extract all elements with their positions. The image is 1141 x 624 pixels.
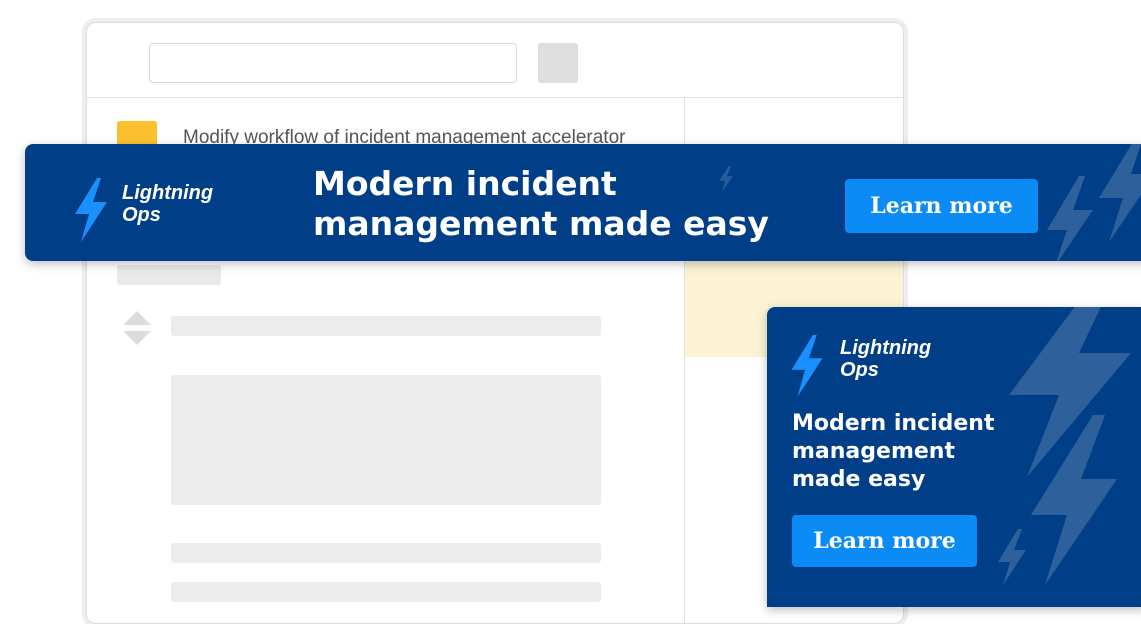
brand-name-line2: Ops (840, 359, 879, 381)
ad-headline: Modern incident management made easy (313, 164, 783, 244)
headline-line2: management made easy (313, 204, 769, 243)
box-ad[interactable]: Lightning Ops Modern incident management… (767, 307, 1141, 607)
toolbar-button[interactable] (538, 43, 578, 83)
placeholder-line (171, 582, 601, 602)
headline-line1: Modern incident (313, 164, 617, 203)
brand-name-line2: Ops (122, 204, 161, 226)
lightning-bolt-icon (1031, 415, 1117, 585)
lightning-bolt-icon (719, 166, 733, 192)
lightning-bolt-icon (998, 529, 1026, 585)
placeholder-block (171, 375, 601, 505)
placeholder-line (171, 543, 601, 563)
placeholder-label (117, 265, 221, 285)
lightning-bolt-icon (791, 335, 823, 397)
sort-icon[interactable] (121, 309, 153, 347)
learn-more-button[interactable]: Learn more (792, 515, 977, 567)
lightning-bolt-icon (1099, 144, 1141, 242)
brand-name-line1: Lightning (840, 337, 932, 359)
brand-name-line1: Lightning (122, 182, 214, 204)
app-toolbar (87, 23, 903, 98)
placeholder-line (171, 316, 601, 336)
headline-line3: made easy (792, 467, 926, 492)
headline-line1: Modern incident (792, 411, 995, 436)
banner-ad[interactable]: Lightning Ops Modern incident management… (25, 144, 1141, 261)
headline-line2: management (792, 439, 955, 464)
search-input[interactable] (149, 43, 517, 83)
brand-logo: Lightning Ops (840, 337, 931, 381)
lightning-bolt-icon (75, 178, 107, 242)
lightning-bolt-icon (1047, 176, 1093, 261)
ad-headline: Modern incident management made easy (792, 410, 1032, 494)
brand-logo: Lightning Ops (122, 182, 213, 226)
learn-more-button[interactable]: Learn more (845, 179, 1038, 233)
